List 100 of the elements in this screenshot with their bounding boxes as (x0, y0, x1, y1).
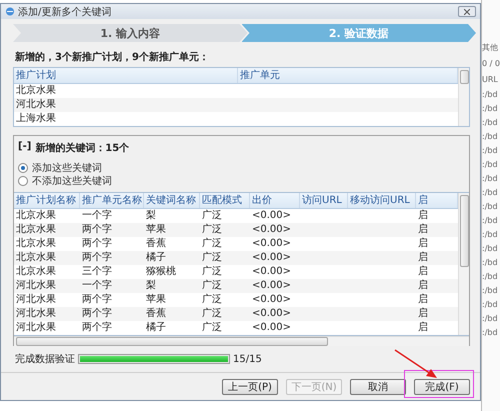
table-cell-text: 广泛 (201, 209, 223, 223)
table-cell-text: <0.00> (251, 265, 292, 279)
table-cell-text: 北京水果 (15, 265, 57, 279)
collapse-toggle[interactable]: [-] (18, 141, 32, 155)
table-cell-text: <0.00> (251, 237, 292, 251)
url-cell-text: :/bd (482, 327, 499, 339)
table-cell-text: 橘子 (145, 251, 167, 265)
column-header[interactable]: 移动访问URL (348, 193, 416, 208)
dialog-button[interactable]: 完成(F) (414, 379, 470, 395)
url-cell-text: :/bd (482, 103, 499, 115)
table-cell-text: 启 (417, 307, 429, 321)
close-icon (464, 8, 470, 14)
table-cell-text: 广泛 (201, 293, 223, 307)
summary-text: 新增的，3个新推广计划，9个新推广单元： (15, 50, 210, 64)
app-icon (5, 7, 15, 16)
table-cell-text: 一个字 (81, 279, 113, 293)
url-cell-text: :/bd (482, 187, 499, 199)
table-cell-text: 梨 (145, 209, 157, 223)
table-cell-text: 启 (417, 223, 429, 237)
table-cell-text: 梨 (145, 279, 157, 293)
table-cell-text: 广泛 (201, 321, 223, 335)
column-header[interactable]: 关键词名称 (144, 193, 200, 208)
url-cell-text: :/bd (482, 117, 499, 129)
table-cell-text: <0.00> (251, 209, 292, 223)
table-cell-text: 北京水果 (15, 223, 57, 237)
table-cell-text: <0.00> (251, 279, 292, 293)
table-cell-text: <0.00> (251, 293, 292, 307)
table-cell-text: <0.00> (251, 251, 292, 265)
url-cell-text: :/bd (482, 173, 499, 185)
table-cell-text: 启 (417, 321, 429, 335)
url-cell-text: :/bd (482, 243, 499, 255)
url-cell-text: :/bd (482, 313, 499, 325)
table-cell-text: 苹果 (145, 223, 167, 237)
table-cell-text: 广泛 (201, 279, 223, 293)
table-cell-text: 河北水果 (15, 279, 57, 293)
table-cell-text: 两个字 (81, 307, 113, 321)
highlight-frame (404, 370, 474, 398)
url-cell-text: :/bd (482, 159, 499, 171)
table-cell-text: 两个字 (81, 293, 113, 307)
table-cell-text: <0.00> (251, 321, 292, 335)
table-cell-text: 广泛 (201, 265, 223, 279)
table-cell-text: 一个字 (81, 209, 113, 223)
column-header[interactable]: 匹配模式 (200, 193, 250, 208)
url-cell-text: :/bd (482, 285, 499, 297)
table-cell-text: 广泛 (201, 251, 223, 265)
column-header[interactable]: 推广计划名称 (14, 193, 80, 208)
dialog-button[interactable]: 取消 (350, 379, 406, 395)
table-cell-text: 三个字 (81, 265, 113, 279)
dialog-button[interactable]: 上一页(P) (222, 379, 278, 395)
vertical-scrollbar[interactable] (458, 68, 469, 126)
url-cell-text: :/bd (482, 89, 499, 101)
table-cell-text: 上海水果 (15, 112, 57, 126)
table-cell-text: 北京水果 (15, 237, 57, 251)
pointer-arrow (394, 349, 437, 378)
column-header[interactable]: 访问URL (300, 193, 348, 208)
table-cell-text: <0.00> (251, 307, 292, 321)
close-button[interactable] (458, 6, 476, 17)
url-cell-text: :/bd (482, 215, 499, 227)
table-cell-text: 香蕉 (145, 307, 167, 321)
table-cell-text: 苹果 (145, 293, 167, 307)
table-cell-text: 两个字 (81, 321, 113, 335)
table-cell-text: 启 (417, 209, 429, 223)
url-cell-text: :/bd (482, 201, 499, 213)
table-cell-text: 河北水果 (15, 293, 57, 307)
url-cell-text: :/bd (482, 229, 499, 241)
table-cell-text: 启 (417, 279, 429, 293)
wizard-step: 2. 验证数据 (242, 24, 476, 42)
table-cell-text: 香蕉 (145, 237, 167, 251)
window-title: 添加/更新多个关键词 (18, 6, 112, 18)
url-cell-text: :/bd (482, 145, 499, 157)
table-cell-text: 两个字 (81, 237, 113, 251)
column-header[interactable]: 推广单元名称 (80, 193, 144, 208)
wizard-step: 1. 输入内容 (13, 24, 248, 42)
table-cell-text: 两个字 (81, 223, 113, 237)
table-cell-text: 启 (417, 293, 429, 307)
table-cell-text: 广泛 (201, 237, 223, 251)
background-label: 其他 (482, 42, 499, 54)
url-cell-text: :/bd (482, 257, 499, 269)
table-cell-text: 北京水果 (15, 251, 57, 265)
url-cell-text: :/bd (482, 299, 499, 311)
table-cell-text: 橘子 (145, 321, 167, 335)
table-cell-text: 广泛 (201, 307, 223, 321)
column-header[interactable]: 推广计划 (14, 68, 238, 83)
table-cell-text: 河北水果 (15, 98, 57, 112)
vertical-scrollbar[interactable] (458, 193, 469, 335)
progress-label: 完成数据验证 (15, 352, 75, 366)
horizontal-scrollbar[interactable] (14, 336, 469, 346)
column-header[interactable]: 出价 (250, 193, 300, 208)
url-cell-text: :/bd (482, 131, 499, 143)
url-cell-text: :/bd (482, 271, 499, 283)
radio-option[interactable]: 添加这些关键词 (14, 161, 469, 174)
table-cell-text: 启 (417, 251, 429, 265)
radio-option[interactable]: 不添加这些关键词 (14, 174, 469, 187)
table-cell-text: 启 (417, 237, 429, 251)
table-cell-text: 河北水果 (15, 321, 57, 335)
section-title: 新增的关键词：15个 (35, 141, 130, 155)
table-cell-text: 北京水果 (15, 84, 57, 98)
table-cell-text: 北京水果 (15, 209, 57, 223)
background-label: 0 / 0 (482, 58, 500, 70)
progress-count: 15/15 (233, 354, 262, 364)
